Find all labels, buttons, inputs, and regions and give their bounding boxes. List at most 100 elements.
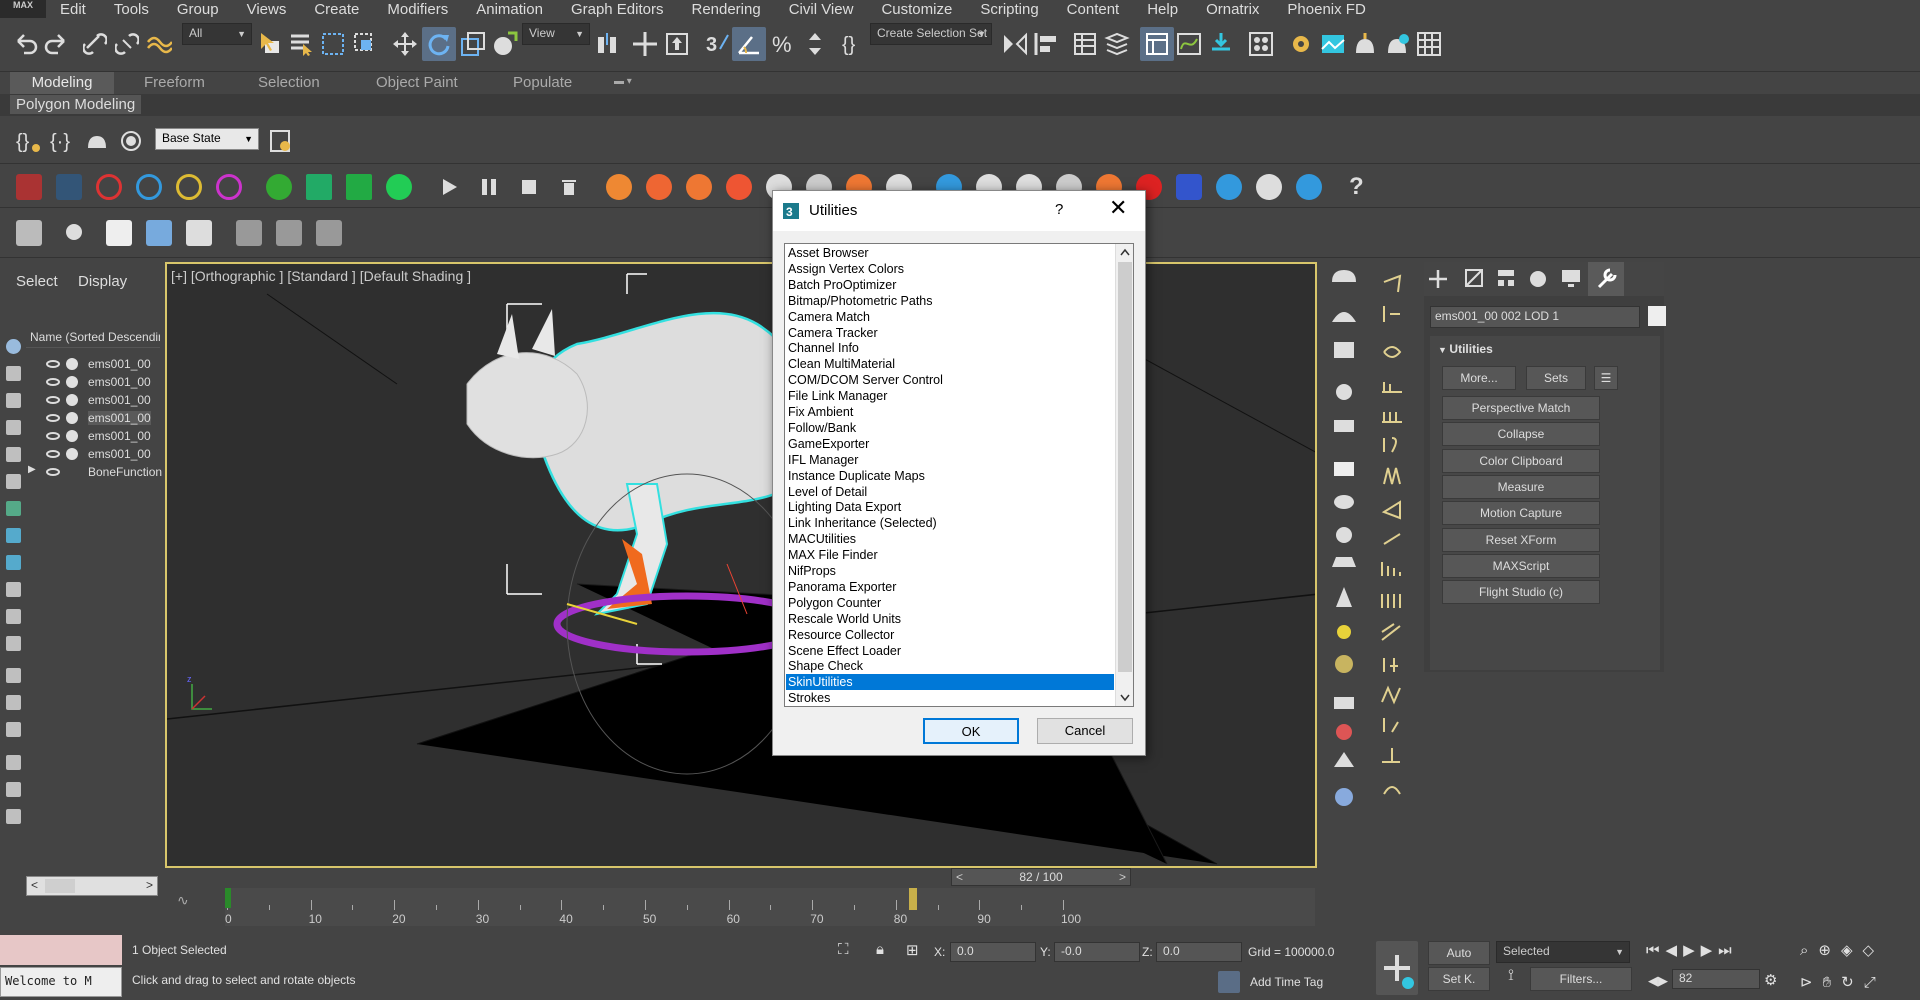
- utility-list-item[interactable]: Camera Match: [786, 309, 1114, 325]
- filter-geometry-icon[interactable]: [6, 339, 21, 354]
- isolate-icon[interactable]: [114, 124, 148, 158]
- filter-shapes-icon[interactable]: [6, 366, 21, 381]
- filter-containers-icon[interactable]: [6, 582, 21, 597]
- tab-modeling[interactable]: Modeling: [10, 72, 114, 94]
- window-crossing-icon[interactable]: [348, 27, 382, 61]
- scene-row[interactable]: ems001_00: [26, 372, 160, 392]
- scrollbar-thumb[interactable]: [45, 879, 75, 893]
- flame-icon-4[interactable]: [726, 174, 752, 200]
- start-frame-marker[interactable]: [225, 888, 231, 908]
- isolate-selection-icon[interactable]: ⛶: [838, 941, 849, 958]
- field-of-view-icon[interactable]: ⊳: [1800, 974, 1823, 991]
- grid-icon[interactable]: [346, 174, 372, 200]
- filter-funnel2-icon[interactable]: [6, 782, 21, 797]
- more-button[interactable]: More...: [1442, 366, 1516, 390]
- filter-groups-icon[interactable]: [6, 501, 21, 516]
- zoom-extents-icon[interactable]: ◈: [1841, 942, 1863, 959]
- select-manipulate-icon[interactable]: [628, 27, 662, 61]
- scene-row[interactable]: ems001_00: [26, 426, 160, 446]
- visibility-eye-icon[interactable]: [46, 378, 60, 386]
- utility-button-flight-studio-c[interactable]: Flight Studio (c): [1442, 580, 1600, 605]
- menu-civil-view[interactable]: Civil View: [775, 1, 868, 18]
- scroll-right-arrow-icon[interactable]: >: [146, 878, 153, 892]
- zoom-icon[interactable]: ⌕: [1800, 942, 1818, 959]
- container-close-icon[interactable]: {·}: [46, 124, 80, 158]
- scene-row[interactable]: ems001_00: [26, 390, 160, 410]
- link-icon[interactable]: [78, 27, 112, 61]
- utility-list-item[interactable]: MAX File Finder: [786, 547, 1114, 563]
- filter-hidden-icon[interactable]: [6, 636, 21, 651]
- render-production-icon[interactable]: [1348, 27, 1382, 61]
- bind-spacewarp-icon[interactable]: [142, 27, 176, 61]
- reference-coord-dropdown[interactable]: View ▼: [522, 23, 590, 45]
- z-coordinate-field[interactable]: 0.0: [1156, 942, 1242, 962]
- filter-funnel-icon[interactable]: [6, 755, 21, 770]
- scene-row[interactable]: ▶ BoneFunction: [26, 462, 162, 482]
- sparkle-icon[interactable]: [186, 220, 212, 246]
- current-frame-marker[interactable]: [908, 888, 917, 910]
- menu-modifiers[interactable]: Modifiers: [373, 1, 462, 18]
- utility-list-item[interactable]: Follow/Bank: [786, 420, 1114, 436]
- help-icon[interactable]: ?: [1340, 168, 1374, 202]
- time-tag-icon[interactable]: [1218, 971, 1240, 993]
- tab-display[interactable]: Display: [78, 273, 127, 290]
- ribbon-options-icon[interactable]: ▬ ▾: [604, 74, 642, 96]
- scene-row[interactable]: ems001_00: [26, 408, 160, 428]
- utility-list-item[interactable]: Bitmap/Photometric Paths: [786, 293, 1114, 309]
- filters-button[interactable]: Filters...: [1530, 967, 1632, 991]
- arrow-right-icon[interactable]: [306, 174, 332, 200]
- sets-button[interactable]: Sets: [1526, 366, 1586, 390]
- delete-cache-icon[interactable]: [552, 170, 586, 204]
- particle-source-icon[interactable]: [176, 174, 202, 200]
- teapot-icon[interactable]: [80, 124, 114, 158]
- ok-button[interactable]: OK: [923, 718, 1019, 744]
- utility-list-item[interactable]: Panorama Exporter: [786, 579, 1114, 595]
- align-icon[interactable]: [1030, 27, 1064, 61]
- menu-rendering[interactable]: Rendering: [677, 1, 774, 18]
- utility-list-item[interactable]: Fix Ambient: [786, 404, 1114, 420]
- utility-list-item[interactable]: COM/DCOM Server Control: [786, 372, 1114, 388]
- go-to-start-icon[interactable]: ⏮︎: [1646, 942, 1666, 959]
- scroll-left-arrow-icon[interactable]: <: [31, 878, 38, 892]
- key-mode-dropdown[interactable]: Selected ▼: [1496, 941, 1630, 963]
- utility-list-item[interactable]: MACUtilities: [786, 531, 1114, 547]
- display-children-icon[interactable]: [6, 668, 21, 683]
- hair-icon[interactable]: [16, 220, 42, 246]
- menu-tools[interactable]: Tools: [100, 1, 163, 18]
- mirror-icon[interactable]: [998, 27, 1032, 61]
- column-header-name[interactable]: Name (Sorted Descending): [26, 330, 160, 348]
- display-list-icon[interactable]: [6, 722, 21, 737]
- wave-icon[interactable]: [1256, 174, 1282, 200]
- utility-list-item[interactable]: Camera Tracker: [786, 325, 1114, 341]
- orbit-icon[interactable]: ↻: [1841, 974, 1864, 991]
- menu-customize[interactable]: Customize: [867, 1, 966, 18]
- utility-list-item[interactable]: SkinUtilities: [786, 674, 1114, 691]
- state-record-icon[interactable]: [264, 124, 298, 158]
- utility-list-item[interactable]: Lighting Data Export: [786, 499, 1114, 515]
- utility-list-item[interactable]: Scene Effect Loader: [786, 643, 1114, 659]
- listbox-vscroll[interactable]: [1115, 244, 1133, 706]
- undo-icon[interactable]: [8, 27, 42, 61]
- flame-icon-2[interactable]: [646, 174, 672, 200]
- scroll-up-arrow-icon[interactable]: [1120, 248, 1130, 256]
- menu-animation[interactable]: Animation: [462, 1, 557, 18]
- percent-snap-icon[interactable]: %: [766, 27, 800, 61]
- key-filter-icon[interactable]: ⟟: [1496, 967, 1526, 993]
- material-editor-icon[interactable]: [1244, 27, 1278, 61]
- container-open-icon[interactable]: {}: [12, 124, 46, 158]
- utility-button-perspective-match[interactable]: Perspective Match: [1442, 396, 1600, 420]
- next-frame-icon[interactable]: ▶︎: [1701, 942, 1719, 959]
- utility-button-collapse[interactable]: Collapse: [1442, 422, 1600, 447]
- render-setup-icon[interactable]: [1284, 27, 1318, 61]
- flame-icon-3[interactable]: [686, 174, 712, 200]
- angle-snap-icon[interactable]: [732, 27, 766, 61]
- maxscript-mini-listener[interactable]: Welcome to M: [0, 967, 122, 997]
- utility-list-item[interactable]: Resource Collector: [786, 627, 1114, 643]
- time-slider[interactable]: < 82 / 100 >: [951, 868, 1131, 886]
- tab-select[interactable]: Select: [16, 273, 58, 290]
- menu-group[interactable]: Group: [163, 1, 233, 18]
- app-logo[interactable]: MAX: [0, 0, 46, 18]
- visibility-eye-icon[interactable]: [46, 468, 60, 476]
- utility-list-item[interactable]: Assign Vertex Colors: [786, 261, 1114, 277]
- utility-button-color-clipboard[interactable]: Color Clipboard: [1442, 448, 1600, 473]
